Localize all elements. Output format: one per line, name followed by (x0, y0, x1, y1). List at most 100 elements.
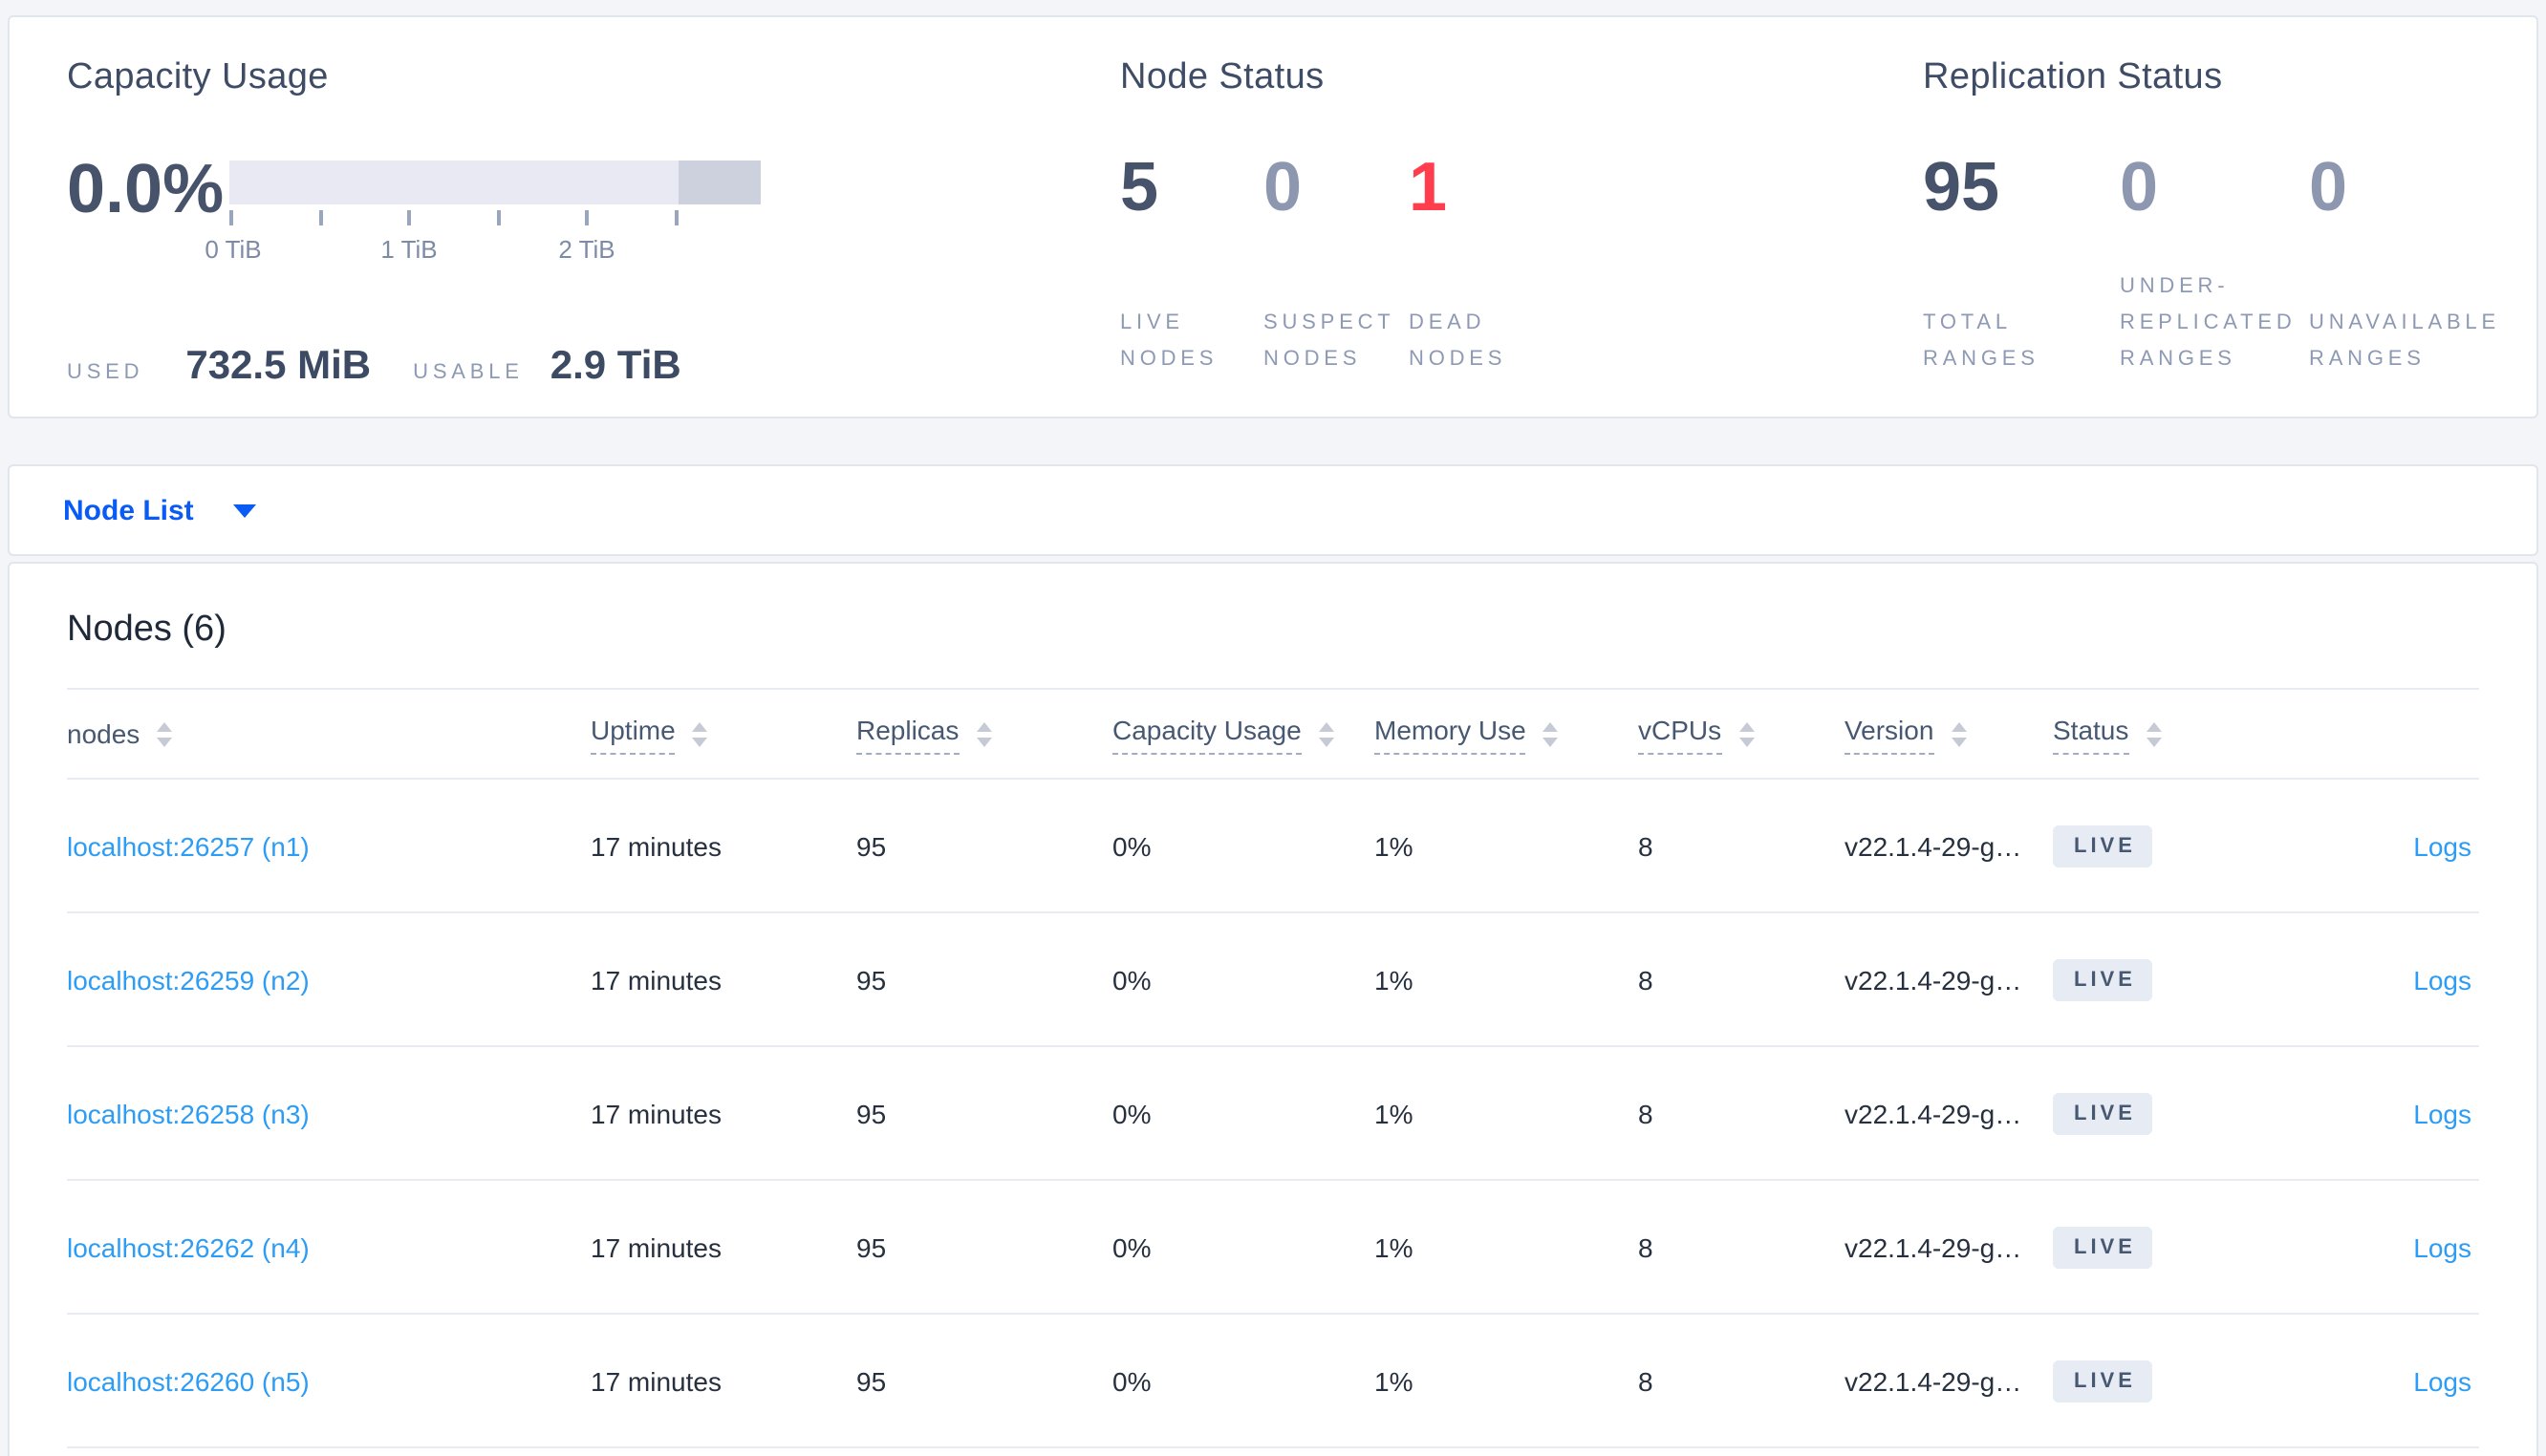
logs-link[interactable]: Logs (2413, 1098, 2471, 1128)
cluster-overview-page: Capacity Usage 0.0% 0 TiB 1 TiB 2 TiB US… (0, 0, 2546, 1456)
axis-label-0tib: 0 TiB (205, 235, 262, 264)
under-replicated-ranges-value: 0 (2120, 147, 2159, 225)
status-badge: LIVE (2053, 1092, 2153, 1134)
replication-status-title: Replication Status (1923, 57, 2223, 97)
unavailable-ranges-label: UNAVAILABLE RANGES (2309, 311, 2500, 371)
node-link[interactable]: localhost:26262 (n4) (67, 1231, 310, 1262)
node-link[interactable]: localhost:26259 (n2) (67, 964, 310, 995)
usable-value: 2.9 TiB (550, 344, 681, 388)
uptime-cell: 17 minutes (591, 830, 722, 861)
sort-icon (976, 721, 992, 746)
axis-label-2tib: 2 TiB (558, 235, 615, 264)
column-header-status[interactable]: Status (2053, 714, 2257, 754)
capacity-bar-reserved-segment (679, 161, 761, 204)
dead-nodes-stat: 1 DEAD NODES (1409, 147, 1581, 378)
version-cell: v22.1.4-29-g… (1845, 1365, 2022, 1396)
total-ranges-label: TOTAL RANGES (1923, 311, 2039, 371)
capacity-chart: 0.0% 0 TiB 1 TiB 2 TiB (67, 149, 761, 266)
status-badge: LIVE (2053, 958, 2153, 1000)
column-header-memory-use[interactable]: Memory Use (1374, 714, 1638, 754)
dead-nodes-label: DEAD NODES (1409, 311, 1507, 371)
memory-cell: 1% (1374, 830, 1413, 861)
capacity-percent: 0.0% (67, 149, 225, 227)
total-ranges-stat: 95 TOTAL RANGES (1923, 147, 2120, 378)
sort-icon (1738, 721, 1755, 746)
dead-nodes-value: 1 (1409, 147, 1448, 225)
status-badge: LIVE (2053, 1226, 2153, 1268)
capacity-bar (229, 161, 761, 204)
capacity-cell: 0% (1112, 1231, 1152, 1262)
unavailable-ranges-stat: 0 UNAVAILABLE RANGES (2309, 147, 2538, 378)
under-replicated-ranges-label: UNDER-REPLICATED RANGES (2120, 275, 2297, 371)
uptime-cell: 17 minutes (591, 1365, 722, 1396)
node-link[interactable]: localhost:26258 (n3) (67, 1098, 310, 1128)
memory-cell: 1% (1374, 1231, 1413, 1262)
memory-cell: 1% (1374, 1365, 1413, 1396)
sort-icon (692, 721, 708, 746)
node-status-stats: 5 LIVE NODES 0 SUSPECT NODES 1 DEAD NODE… (1120, 147, 1581, 378)
nodes-table: nodes Uptime Replicas Capacity Usage Mem… (67, 688, 2479, 1448)
table-row: localhost:26259 (n2) 17 minutes 95 0% 1%… (67, 913, 2479, 1047)
memory-cell: 1% (1374, 1098, 1413, 1128)
live-nodes-value: 5 (1120, 147, 1159, 225)
column-header-uptime[interactable]: Uptime (591, 714, 856, 754)
column-header-replicas[interactable]: Replicas (856, 714, 1112, 754)
live-nodes-stat: 5 LIVE NODES (1120, 147, 1263, 378)
nodes-table-header: nodes Uptime Replicas Capacity Usage Mem… (67, 688, 2479, 780)
version-cell: v22.1.4-29-g… (1845, 964, 2022, 995)
used-value: 732.5 MiB (185, 344, 372, 388)
node-status-panel: Node Status 5 LIVE NODES 0 SUSPECT NODES… (1120, 17, 1885, 417)
usable-label: USABLE (413, 361, 524, 384)
uptime-cell: 17 minutes (591, 1231, 722, 1262)
axis-label-1tib: 1 TiB (380, 235, 438, 264)
logs-link[interactable]: Logs (2413, 964, 2471, 995)
capacity-axis-ticks (229, 210, 761, 229)
under-replicated-ranges-stat: 0 UNDER-REPLICATED RANGES (2120, 147, 2309, 378)
total-ranges-value: 95 (1923, 147, 2000, 225)
replicas-cell: 95 (856, 1098, 887, 1128)
suspect-nodes-stat: 0 SUSPECT NODES (1263, 147, 1409, 378)
column-header-version[interactable]: Version (1845, 714, 2053, 754)
version-cell: v22.1.4-29-g… (1845, 1098, 2022, 1128)
column-header-capacity-usage[interactable]: Capacity Usage (1112, 714, 1374, 754)
column-header-nodes[interactable]: nodes (67, 717, 591, 750)
replicas-cell: 95 (856, 1231, 887, 1262)
capacity-axis-labels: 0 TiB 1 TiB 2 TiB (205, 235, 761, 266)
replication-status-panel: Replication Status 95 TOTAL RANGES 0 UND… (1923, 17, 2546, 417)
node-list-dropdown[interactable]: Node List (63, 466, 257, 554)
nodes-table-title: Nodes (6) (67, 610, 227, 650)
sort-icon (157, 721, 173, 746)
node-list-bar: Node List (8, 464, 2538, 556)
column-header-vcpus[interactable]: vCPUs (1638, 714, 1845, 754)
vcpus-cell: 8 (1638, 1098, 1653, 1128)
live-nodes-label: LIVE NODES (1120, 311, 1219, 371)
logs-link[interactable]: Logs (2413, 1231, 2471, 1262)
suspect-nodes-value: 0 (1263, 147, 1303, 225)
node-list-dropdown-label: Node List (63, 494, 194, 526)
capacity-usage-panel: Capacity Usage 0.0% 0 TiB 1 TiB 2 TiB US… (67, 17, 1099, 417)
table-row: localhost:26257 (n1) 17 minutes 95 0% 1%… (67, 780, 2479, 913)
node-link[interactable]: localhost:26260 (n5) (67, 1365, 310, 1396)
logs-link[interactable]: Logs (2413, 830, 2471, 861)
logs-link[interactable]: Logs (2413, 1365, 2471, 1396)
summary-card: Capacity Usage 0.0% 0 TiB 1 TiB 2 TiB US… (8, 15, 2538, 418)
replicas-cell: 95 (856, 830, 887, 861)
status-badge: LIVE (2053, 824, 2153, 867)
capacity-cell: 0% (1112, 1365, 1152, 1396)
nodes-table-card: Nodes (6) nodes Uptime Replicas Capacity… (8, 562, 2538, 1456)
version-cell: v22.1.4-29-g… (1845, 1231, 2022, 1262)
capacity-cell: 0% (1112, 1098, 1152, 1128)
replication-stats: 95 TOTAL RANGES 0 UNDER-REPLICATED RANGE… (1923, 147, 2538, 378)
capacity-used-summary: USED 732.5 MiB USABLE 2.9 TiB (67, 344, 681, 390)
uptime-cell: 17 minutes (591, 964, 722, 995)
table-row: localhost:26262 (n4) 17 minutes 95 0% 1%… (67, 1181, 2479, 1315)
sort-icon (1951, 721, 1967, 746)
node-link[interactable]: localhost:26257 (n1) (67, 830, 310, 861)
memory-cell: 1% (1374, 964, 1413, 995)
unavailable-ranges-value: 0 (2309, 147, 2348, 225)
chevron-down-icon (233, 503, 257, 517)
capacity-bar-chart: 0 TiB 1 TiB 2 TiB (205, 161, 761, 266)
table-row: localhost:26258 (n3) 17 minutes 95 0% 1%… (67, 1047, 2479, 1181)
suspect-nodes-label: SUSPECT NODES (1263, 311, 1395, 371)
vcpus-cell: 8 (1638, 964, 1653, 995)
